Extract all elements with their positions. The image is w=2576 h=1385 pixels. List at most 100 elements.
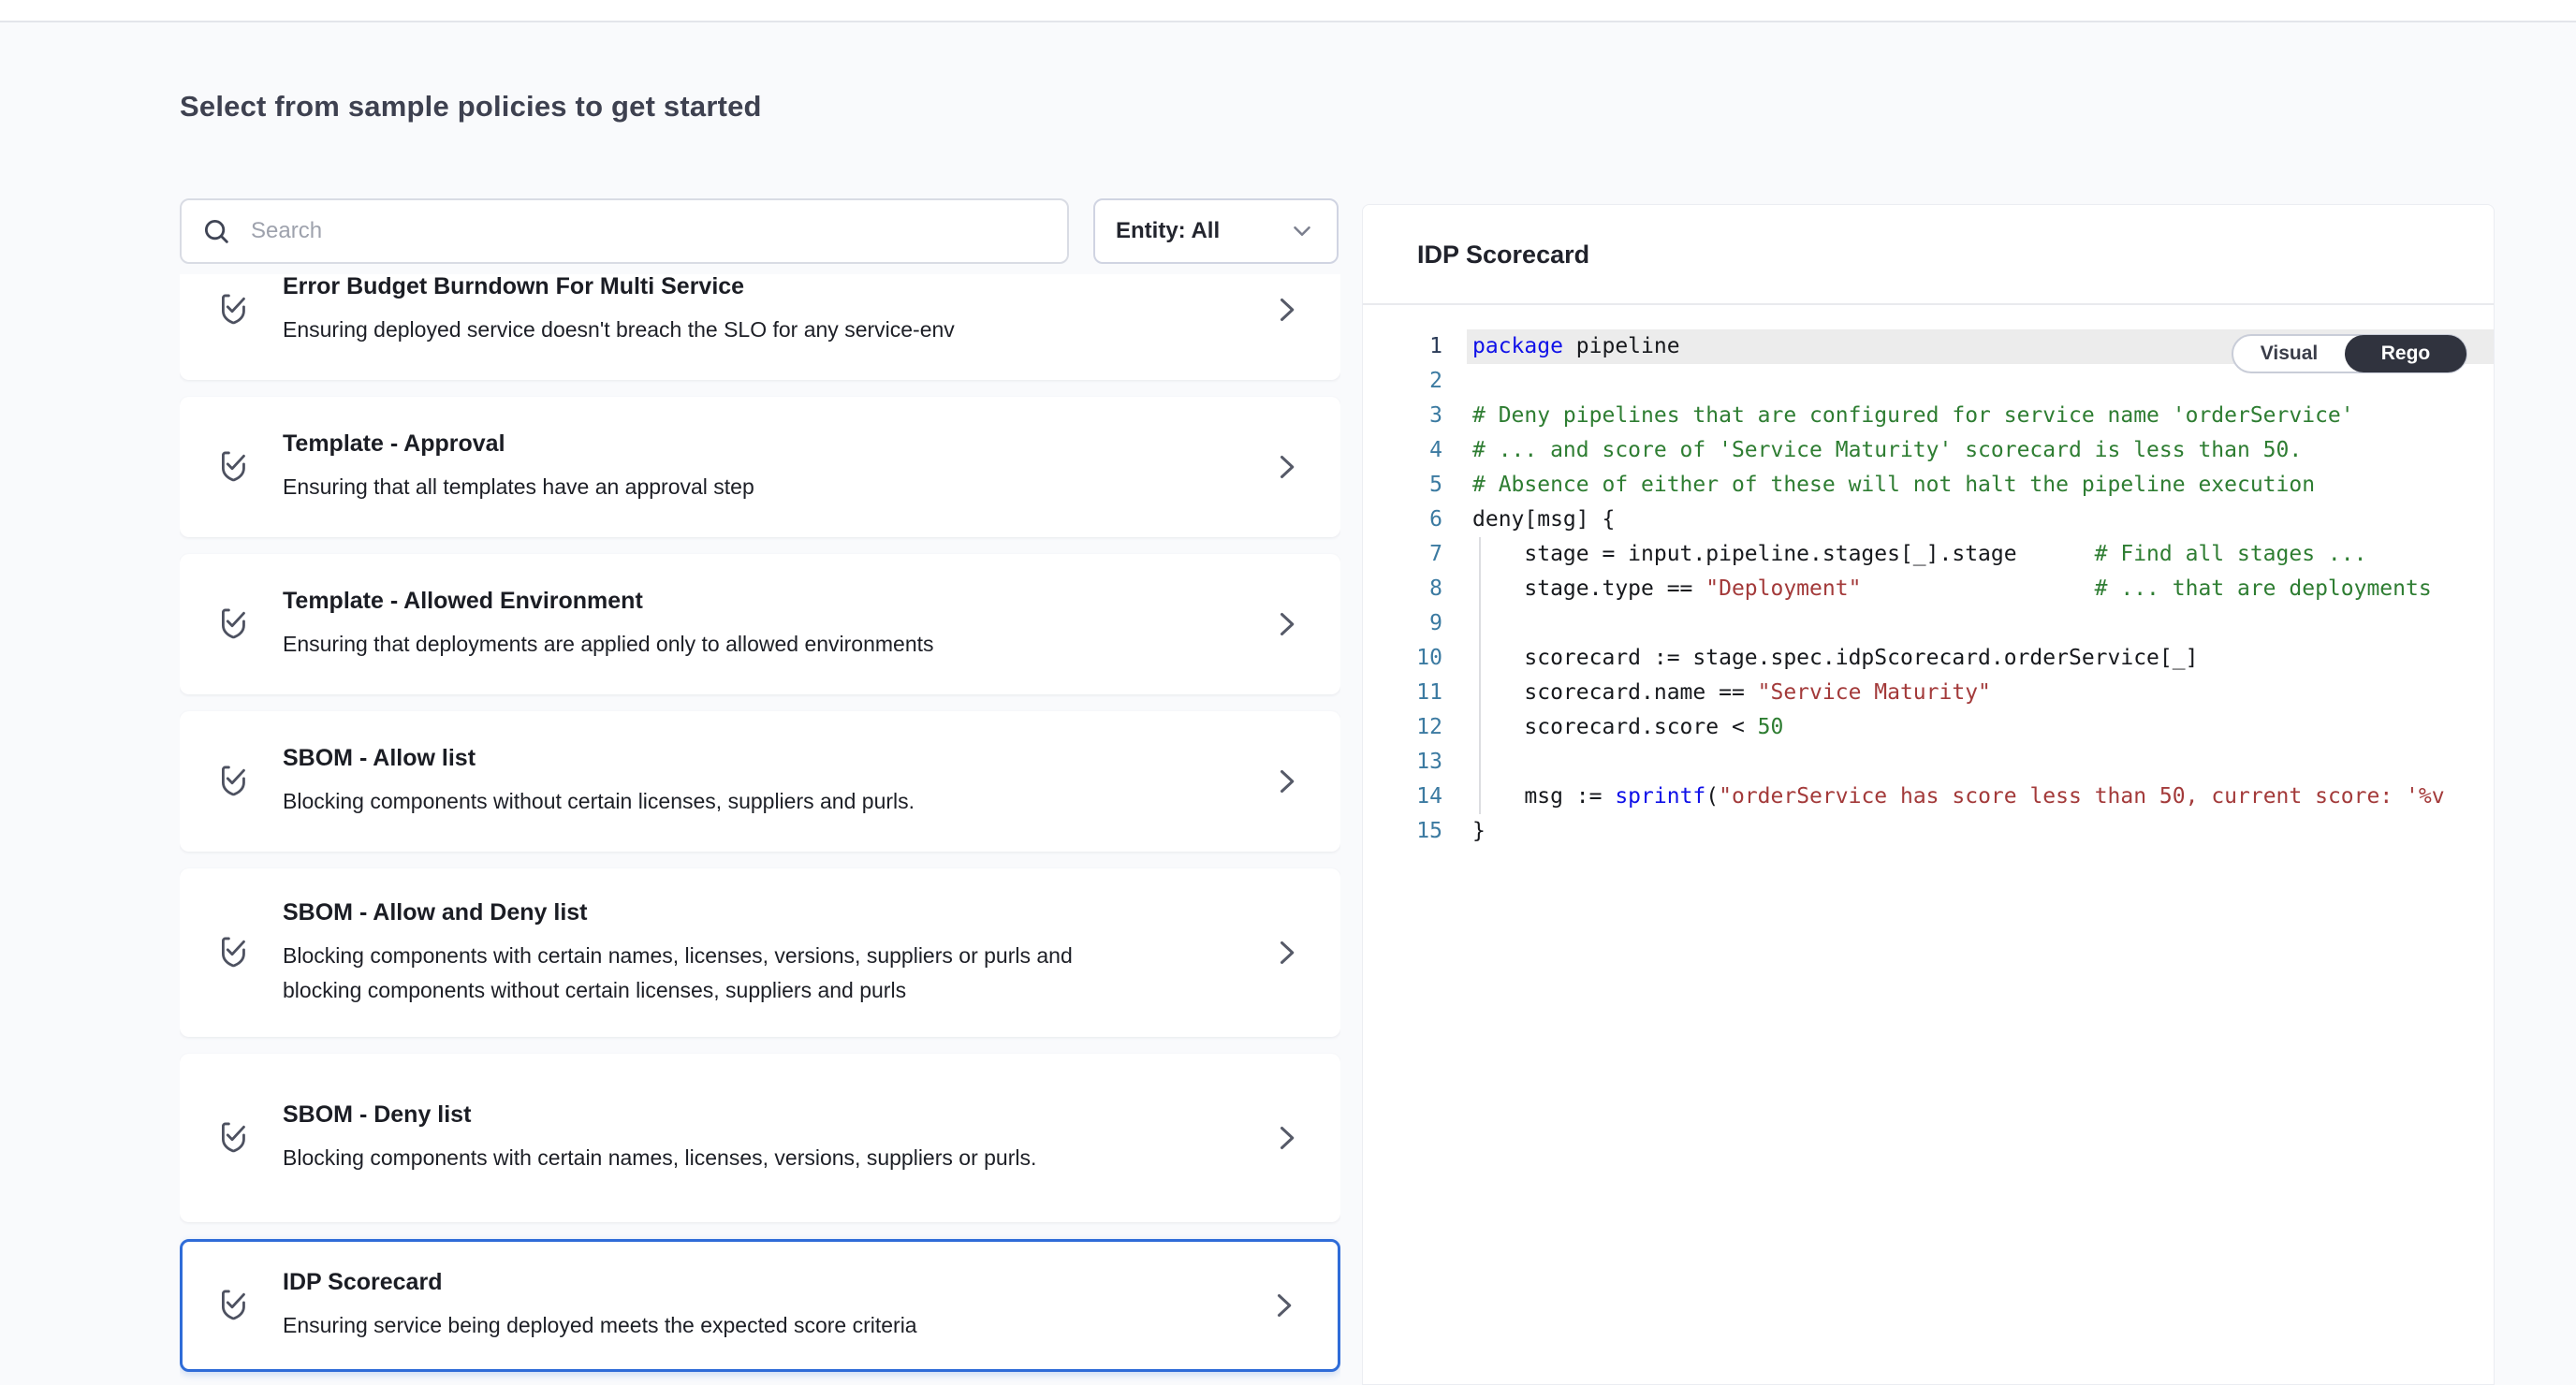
- code-line: 4 # ... and score of 'Service Maturity' s…: [1363, 433, 2494, 468]
- entity-filter-dropdown[interactable]: Entity: All: [1093, 198, 1339, 264]
- policy-card-body: Template - Allowed Environment Ensuring t…: [283, 587, 1144, 662]
- chevron-right-icon: [1269, 1121, 1303, 1155]
- code-line: 12 scorecard.score < 50: [1363, 710, 2494, 745]
- code-editor[interactable]: 1package pipeline23# Deny pipelines that…: [1363, 305, 2494, 1359]
- line-content: stage = input.pipeline.stages[_].stage #…: [1467, 537, 2494, 572]
- policy-list-inner: Error Budget Burndown For Multi Service E…: [180, 274, 1340, 1372]
- policy-card[interactable]: Template - Allowed Environment Ensuring t…: [180, 554, 1340, 694]
- line-number: 2: [1363, 364, 1442, 399]
- line-content: [1467, 745, 2494, 780]
- line-content: deny[msg] {: [1467, 503, 2494, 537]
- code-line: 7 stage = input.pipeline.stages[_].stage…: [1363, 537, 2494, 572]
- search-input[interactable]: [249, 217, 1048, 245]
- code-line: 11 scorecard.name == "Service Maturity": [1363, 676, 2494, 710]
- policy-title: IDP Scorecard: [283, 1268, 1144, 1297]
- policy-description: Blocking components with certain names, …: [283, 939, 1144, 1008]
- line-number: 15: [1363, 814, 1442, 849]
- shield-check-icon: [215, 931, 255, 974]
- line-number: 4: [1363, 433, 1442, 468]
- search-box[interactable]: [180, 198, 1069, 264]
- policy-description: Ensuring service being deployed meets th…: [283, 1308, 1144, 1343]
- chevron-right-icon: [1269, 293, 1303, 327]
- line-number: 9: [1363, 606, 1442, 641]
- chevron-down-icon: [1288, 217, 1316, 245]
- policy-card-body: SBOM - Allow and Deny list Blocking compo…: [283, 898, 1144, 1008]
- policy-title: Error Budget Burndown For Multi Service: [283, 274, 1144, 301]
- line-content: stage.type == "Deployment" # ... that ar…: [1467, 572, 2494, 606]
- line-number: 14: [1363, 780, 1442, 814]
- line-number: 11: [1363, 676, 1442, 710]
- shield-check-icon: [215, 760, 255, 803]
- policy-preview-panel: IDP Scorecard 1package pipeline23# Deny …: [1362, 204, 2495, 1385]
- shield-check-icon: [215, 1116, 255, 1159]
- line-number: 12: [1363, 710, 1442, 745]
- policy-title: SBOM - Deny list: [283, 1101, 1144, 1130]
- code-lines: 1package pipeline23# Deny pipelines that…: [1363, 329, 2494, 849]
- policy-title: SBOM - Allow and Deny list: [283, 898, 1144, 927]
- line-content: # Deny pipelines that are configured for…: [1467, 399, 2494, 433]
- line-content: # Absence of either of these will not ha…: [1467, 468, 2494, 503]
- policy-description: Ensuring that all templates have an appr…: [283, 470, 1144, 504]
- policy-title: Template - Approval: [283, 430, 1144, 459]
- policy-card-body: IDP Scorecard Ensuring service being depl…: [283, 1268, 1144, 1343]
- policy-card-body: Error Budget Burndown For Multi Service E…: [283, 274, 1144, 347]
- line-number: 7: [1363, 537, 1442, 572]
- view-mode-toggle[interactable]: Visual Rego: [2232, 334, 2467, 373]
- policy-card-body: Template - Approval Ensuring that all tem…: [283, 430, 1144, 504]
- policy-card-body: SBOM - Deny list Blocking components with…: [283, 1101, 1144, 1175]
- policy-title: SBOM - Allow list: [283, 744, 1144, 773]
- policy-card[interactable]: IDP Scorecard Ensuring service being depl…: [180, 1239, 1340, 1372]
- line-number: 1: [1363, 329, 1442, 364]
- policy-list[interactable]: Error Budget Burndown For Multi Service E…: [180, 274, 1340, 1385]
- code-line: 6 deny[msg] {: [1363, 503, 2494, 537]
- code-line: 8 stage.type == "Deployment" # ... that …: [1363, 572, 2494, 606]
- line-number: 6: [1363, 503, 1442, 537]
- line-content: msg := sprintf("orderService has score l…: [1467, 780, 2494, 814]
- policy-title: Template - Allowed Environment: [283, 587, 1144, 616]
- line-content: }: [1467, 814, 2494, 849]
- policy-card[interactable]: SBOM - Deny list Blocking components with…: [180, 1054, 1340, 1222]
- top-bar: [0, 0, 2576, 22]
- rego-toggle-button[interactable]: Rego: [2345, 335, 2466, 372]
- line-content: [1467, 606, 2494, 641]
- shield-check-icon: [215, 1284, 255, 1327]
- policy-card-body: SBOM - Allow list Blocking components wit…: [283, 744, 1144, 819]
- chevron-right-icon: [1269, 450, 1303, 484]
- shield-check-icon: [215, 603, 255, 646]
- code-line: 3 # Deny pipelines that are configured fo…: [1363, 399, 2494, 433]
- page-title: Select from sample policies to get start…: [180, 90, 762, 124]
- chevron-right-icon: [1269, 936, 1303, 970]
- line-number: 5: [1363, 468, 1442, 503]
- preview-title: IDP Scorecard: [1417, 241, 2494, 270]
- chevron-right-icon: [1269, 765, 1303, 798]
- visual-toggle-button[interactable]: Visual: [2233, 336, 2345, 372]
- line-number: 13: [1363, 745, 1442, 780]
- policy-description: Blocking components without certain lice…: [283, 784, 1144, 819]
- chevron-right-icon: [1269, 607, 1303, 641]
- shield-check-icon: [215, 445, 255, 488]
- line-number: 10: [1363, 641, 1442, 676]
- chevron-right-icon: [1266, 1289, 1300, 1322]
- line-number: 3: [1363, 399, 1442, 433]
- policy-card[interactable]: SBOM - Allow and Deny list Blocking compo…: [180, 868, 1340, 1037]
- code-line: 9: [1363, 606, 2494, 641]
- code-line: 10 scorecard := stage.spec.idpScorecard.…: [1363, 641, 2494, 676]
- policy-card[interactable]: Error Budget Burndown For Multi Service E…: [180, 274, 1340, 380]
- line-content: # ... and score of 'Service Maturity' sc…: [1467, 433, 2494, 468]
- shield-check-icon: [215, 288, 255, 331]
- policy-card[interactable]: Template - Approval Ensuring that all tem…: [180, 397, 1340, 537]
- entity-filter-label: Entity: All: [1116, 218, 1288, 244]
- code-line: 13: [1363, 745, 2494, 780]
- line-number: 8: [1363, 572, 1442, 606]
- line-content: scorecard := stage.spec.idpScorecard.ord…: [1467, 641, 2494, 676]
- code-line: 15}: [1363, 814, 2494, 849]
- policy-description: Ensuring that deployments are applied on…: [283, 627, 1144, 662]
- search-icon: [200, 215, 232, 247]
- policy-description: Blocking components with certain names, …: [283, 1141, 1144, 1175]
- code-line: 5 # Absence of either of these will not h…: [1363, 468, 2494, 503]
- code-line: 14 msg := sprintf("orderService has scor…: [1363, 780, 2494, 814]
- policy-card[interactable]: SBOM - Allow list Blocking components wit…: [180, 711, 1340, 852]
- policy-description: Ensuring deployed service doesn't breach…: [283, 313, 1144, 347]
- line-content: scorecard.name == "Service Maturity": [1467, 676, 2494, 710]
- line-content: scorecard.score < 50: [1467, 710, 2494, 745]
